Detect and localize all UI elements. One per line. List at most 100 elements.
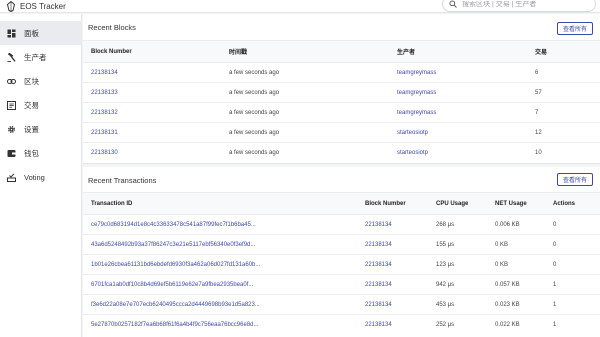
- sidebar: 面板 生产者 区块 交易 设置 钱包 Voting: [0, 14, 82, 337]
- cpu-usage: 155 μs: [436, 241, 455, 248]
- table-row: ce79c0d683194d1e8c4c33633478c541a87f99fe…: [83, 214, 600, 234]
- column-header: 交易: [535, 50, 548, 56]
- actions-count: 1: [553, 321, 557, 328]
- sidebar-item-voting[interactable]: Voting: [0, 165, 82, 189]
- transaction-id-link[interactable]: 6701fca1ab0df10c8b4d69ef5b6119e62e7a9fbe…: [91, 275, 261, 294]
- blocks-view-all-button[interactable]: 查看所有: [557, 22, 593, 35]
- tx-count: 7: [535, 109, 539, 116]
- column-header: 时间戳: [229, 50, 248, 56]
- table-row: 6701fca1ab0df10c8b4d69ef5b6119e62e7a9fbe…: [83, 274, 600, 294]
- block-number-link[interactable]: 22138134: [365, 255, 392, 274]
- block-time: a few seconds ago: [229, 69, 280, 76]
- actions-count: 0: [553, 261, 557, 268]
- table-row: 43a6d5248492b93a37f86247c3e21e5117ebf563…: [83, 234, 600, 254]
- column-header: Actions: [553, 200, 576, 207]
- actions-count: 0: [553, 221, 557, 228]
- sidebar-item-label: 设置: [24, 124, 39, 134]
- recent-blocks-card: Recent Blocks 查看所有 Block Number 时间戳 生产者 …: [83, 14, 600, 164]
- transaction-id-link[interactable]: f3e6d22a08e7e707ecb6240495ccca2d4449698b…: [91, 295, 261, 314]
- transactions-table-header: Transaction ID Block Number CPU Usage NE…: [83, 192, 600, 214]
- actions-count: 0: [553, 241, 557, 248]
- net-usage: 0.023 KB: [495, 301, 520, 308]
- list-icon: [7, 100, 16, 110]
- search-box[interactable]: [442, 0, 596, 12]
- column-header: 生产者: [397, 50, 416, 56]
- sidebar-item-wallet[interactable]: 钱包: [0, 141, 82, 165]
- net-usage: 0 KB: [495, 261, 509, 268]
- eos-logo-icon: [6, 1, 16, 12]
- block-number-link[interactable]: 22138134: [365, 295, 392, 314]
- block-time: a few seconds ago: [229, 129, 280, 136]
- cpu-usage: 942 μs: [436, 281, 455, 288]
- table-row: 22138130 a few seconds ago starteosiotp …: [83, 142, 600, 163]
- transaction-id-link[interactable]: 43a6d5248492b93a37f86247c3e21e5117ebf563…: [91, 235, 261, 254]
- cpu-usage: 453 μs: [436, 301, 455, 308]
- producer-link[interactable]: starteosiotp: [397, 123, 428, 142]
- link-icon: [7, 78, 16, 84]
- search-input[interactable]: [462, 0, 582, 8]
- block-time: a few seconds ago: [229, 89, 280, 96]
- column-header: NET Usage: [495, 200, 527, 207]
- table-row: 22138132 a few seconds ago teamgreymass …: [83, 102, 600, 122]
- actions-count: 1: [553, 281, 557, 288]
- producer-link[interactable]: teamgreymass: [397, 103, 436, 122]
- recent-blocks-title: Recent Blocks: [88, 23, 136, 32]
- transaction-id-link[interactable]: 5e27870b0257182f7ea6b68f61f6a4b4f9c756ea…: [91, 315, 261, 334]
- net-usage: 0.006 KB: [495, 221, 520, 228]
- sidebar-item-blocks[interactable]: 区块: [0, 69, 82, 93]
- transactions-view-all-button[interactable]: 查看所有: [557, 173, 593, 186]
- sidebar-item-transactions[interactable]: 交易: [0, 93, 82, 117]
- column-header: Block Number: [91, 48, 132, 55]
- ballot-icon: [7, 172, 16, 182]
- recent-transactions-title: Recent Transactions: [88, 176, 157, 185]
- block-number-link[interactable]: 22138131: [91, 123, 118, 142]
- sidebar-item-settings[interactable]: 设置: [0, 117, 82, 141]
- block-number-link[interactable]: 22138134: [365, 215, 392, 234]
- block-number-link[interactable]: 22138134: [365, 315, 392, 334]
- table-row: 22138134 a few seconds ago teamgreymass …: [83, 62, 600, 82]
- top-bar: EOS Tracker: [0, 0, 600, 13]
- table-row: 22138133 a few seconds ago teamgreymass …: [83, 82, 600, 102]
- hammer-icon: [7, 52, 16, 62]
- producer-link[interactable]: teamgreymass: [397, 83, 436, 102]
- table-row: f3e6d22a08e7e707ecb6240495ccca2d4449698b…: [83, 294, 600, 314]
- net-usage: 0 KB: [495, 241, 509, 248]
- block-number-link[interactable]: 22138130: [91, 143, 118, 163]
- net-usage: 0.057 KB: [495, 281, 520, 288]
- column-header: Transaction ID: [91, 200, 133, 207]
- sidebar-item-label: 钱包: [24, 148, 39, 158]
- sidebar-item-dashboard[interactable]: 面板: [0, 21, 82, 45]
- dashboard-icon: [7, 29, 16, 37]
- sidebar-item-label: 面板: [24, 28, 39, 38]
- sidebar-item-label: 区块: [24, 76, 39, 86]
- table-row: 1b01e26cbea61131bd6ebdefd6930f3a462a06d0…: [83, 254, 600, 274]
- sidebar-item-label: Voting: [24, 172, 45, 182]
- block-number-link[interactable]: 22138132: [91, 103, 118, 122]
- net-usage: 0.022 KB: [495, 321, 520, 328]
- column-header: Block Number: [365, 200, 406, 207]
- blocks-table-header: Block Number 时间戳 生产者 交易: [83, 40, 600, 62]
- sidebar-item-label: 交易: [24, 100, 39, 110]
- table-row: 5e27870b0257182f7ea6b68f61f6a4b4f9c756ea…: [83, 314, 600, 334]
- transaction-id-link[interactable]: ce79c0d683194d1e8c4c33633478c541a87f99fe…: [91, 215, 261, 234]
- block-number-link[interactable]: 22138134: [91, 63, 118, 82]
- sidebar-item-label: 生产者: [24, 52, 47, 62]
- transaction-id-link[interactable]: 1b01e26cbea61131bd6ebdefd6930f3a462a06d0…: [91, 255, 261, 274]
- tx-count: 12: [535, 129, 542, 136]
- actions-count: 1: [553, 301, 557, 308]
- cpu-usage: 252 μs: [436, 321, 455, 328]
- tx-count: 6: [535, 69, 539, 76]
- sidebar-item-producers[interactable]: 生产者: [0, 45, 82, 69]
- gear-icon: [8, 125, 15, 133]
- column-header: CPU Usage: [436, 200, 469, 207]
- producer-link[interactable]: teamgreymass: [397, 63, 436, 82]
- block-number-link[interactable]: 22138134: [365, 275, 392, 294]
- brand[interactable]: EOS Tracker: [6, 1, 66, 12]
- recent-transactions-card: Recent Transactions 查看所有 Transaction ID …: [83, 167, 600, 337]
- producer-link[interactable]: starteosiotp: [397, 143, 428, 163]
- search-icon: [449, 0, 457, 8]
- block-time: a few seconds ago: [229, 150, 280, 156]
- wallet-icon: [7, 149, 16, 157]
- block-number-link[interactable]: 22138134: [365, 235, 392, 254]
- block-number-link[interactable]: 22138133: [91, 83, 118, 102]
